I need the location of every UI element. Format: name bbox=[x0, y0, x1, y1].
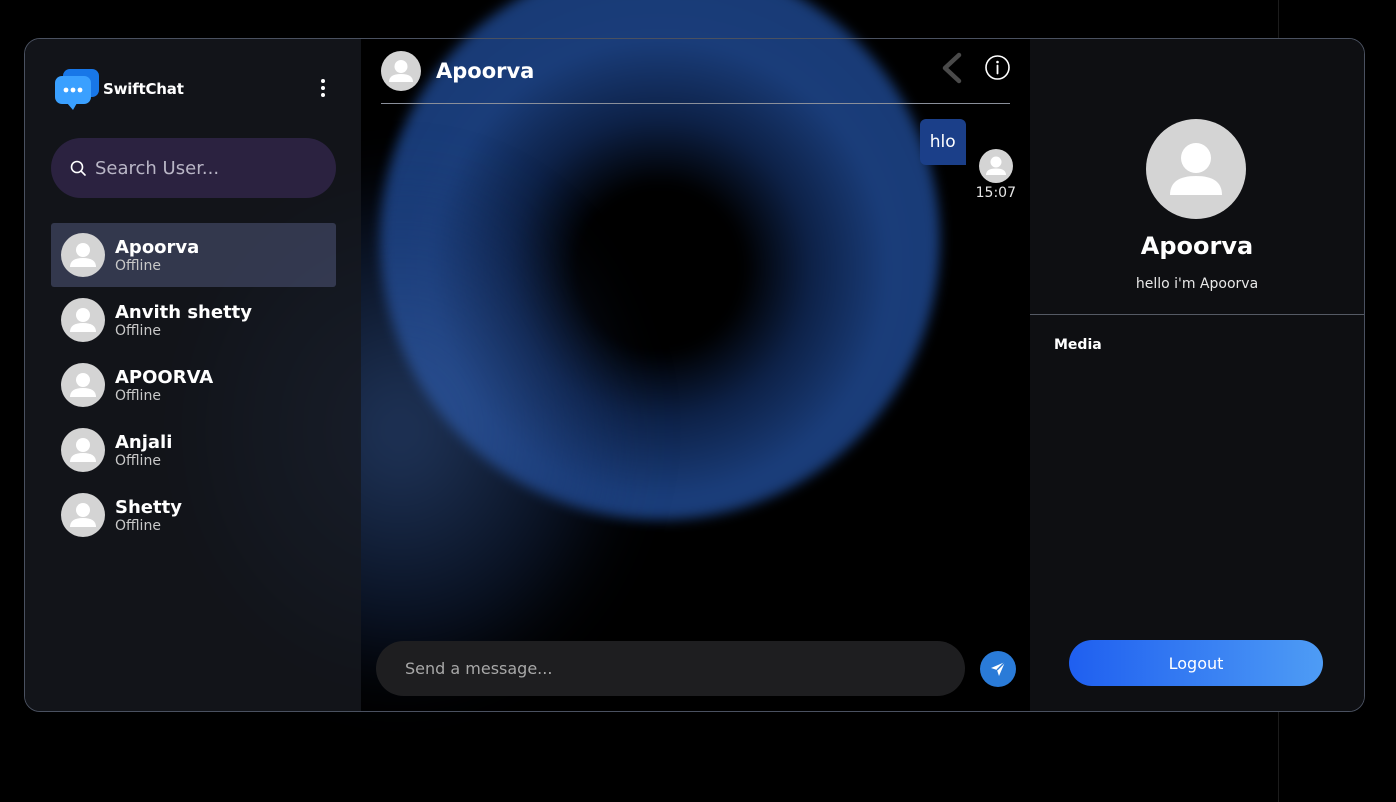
user-status: Offline bbox=[115, 257, 161, 274]
user-name: Apoorva bbox=[115, 236, 200, 258]
user-item-shetty[interactable]: Shetty Offline bbox=[51, 483, 336, 547]
avatar bbox=[978, 149, 1013, 183]
send-icon bbox=[991, 661, 1006, 676]
sidebar: SwiftChat Apoorva Offline bbox=[25, 39, 361, 711]
profile-avatar bbox=[1146, 119, 1246, 219]
message-bubble: hlo bbox=[919, 119, 966, 165]
user-item-anvith-shetty[interactable]: Anvith shetty Offline bbox=[51, 288, 336, 352]
profile-bio: hello i'm Apoorva bbox=[1135, 276, 1259, 292]
chat-panel: Apoorva hlo 15:07 bbox=[361, 39, 1030, 711]
divider bbox=[1030, 314, 1364, 315]
info-icon[interactable] bbox=[984, 54, 1011, 81]
media-heading: Media bbox=[1054, 337, 1102, 353]
search-bar[interactable] bbox=[51, 138, 336, 198]
message-composer[interactable] bbox=[376, 641, 965, 696]
brand: SwiftChat bbox=[53, 67, 184, 111]
chat-header: Apoorva bbox=[381, 39, 1010, 104]
user-status: Offline bbox=[115, 387, 161, 404]
chat-app-window: SwiftChat Apoorva Offline bbox=[24, 38, 1365, 712]
menu-icon[interactable] bbox=[319, 79, 327, 101]
user-list: Apoorva Offline Anvith shetty Offline AP… bbox=[51, 223, 336, 548]
avatar bbox=[61, 233, 105, 277]
search-icon bbox=[70, 160, 86, 176]
avatar bbox=[61, 428, 105, 472]
avatar bbox=[61, 493, 105, 537]
user-name: APOORVA bbox=[115, 366, 214, 388]
message-outgoing: hlo 15:07 bbox=[919, 119, 1016, 201]
message-time: 15:07 bbox=[975, 185, 1016, 201]
user-name: Anvith shetty bbox=[115, 301, 253, 323]
user-name: Shetty bbox=[115, 496, 182, 518]
chat-title: Apoorva bbox=[436, 59, 535, 83]
user-item-apoorva-caps[interactable]: APOORVA Offline bbox=[51, 353, 336, 417]
brand-name: SwiftChat bbox=[103, 80, 184, 98]
user-name: Anjali bbox=[115, 431, 173, 453]
user-status: Offline bbox=[115, 517, 161, 534]
avatar bbox=[61, 298, 105, 342]
message-input[interactable] bbox=[405, 659, 935, 678]
profile-name: Apoorva bbox=[1140, 232, 1254, 260]
avatar bbox=[381, 51, 421, 91]
profile-panel: Apoorva hello i'm Apoorva Media Logout bbox=[1030, 39, 1364, 711]
send-button[interactable] bbox=[980, 651, 1016, 687]
search-input[interactable] bbox=[95, 157, 315, 179]
user-item-anjali[interactable]: Anjali Offline bbox=[51, 418, 336, 482]
user-status: Offline bbox=[115, 452, 161, 469]
logout-button[interactable]: Logout bbox=[1069, 640, 1323, 686]
chat-bubble-icon bbox=[53, 67, 101, 111]
user-status: Offline bbox=[115, 322, 161, 339]
user-item-apoorva[interactable]: Apoorva Offline bbox=[51, 223, 336, 287]
back-arrow-icon[interactable] bbox=[939, 52, 965, 84]
avatar bbox=[61, 363, 105, 407]
